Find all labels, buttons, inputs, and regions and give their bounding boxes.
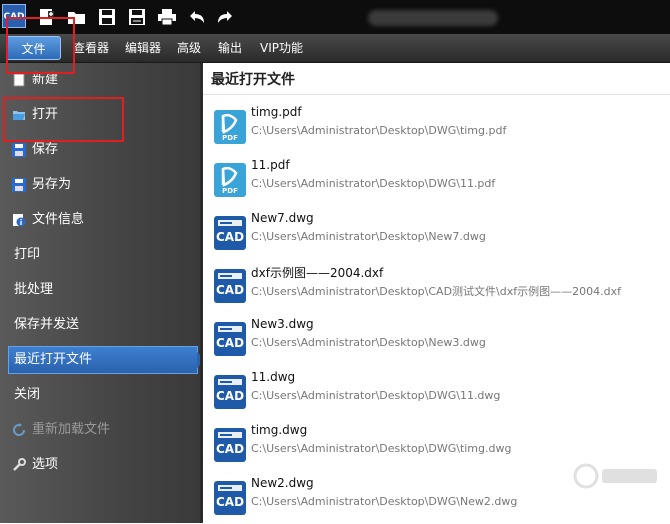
file-menu-sidebar: 新建 打开 保存 另存为 文件信息 打印 批处理 保存并发送 最近打开文件 关闭… <box>0 63 205 523</box>
sidebar-item-label: 关闭 <box>14 387 41 402</box>
sidebar-item-label: 新建 <box>32 72 59 87</box>
title-bar: CAD <box>0 0 670 34</box>
recent-file-path: C:\Users\Administrator\Desktop\DWG\11.pd… <box>251 177 496 190</box>
info-icon <box>12 213 26 227</box>
cad-icon-label: CAD <box>215 442 245 456</box>
sidebar-item-label: 打开 <box>32 107 59 122</box>
cad-icon-label: CAD <box>215 495 245 509</box>
recent-file-item[interactable]: CAD timg.dwg C:\Users\Administrator\Deskto… <box>203 419 670 471</box>
sidebar-item-label: 选项 <box>32 457 59 472</box>
menu-editor[interactable]: 编辑器 <box>125 34 161 62</box>
cad-file-icon: CAD <box>214 322 246 356</box>
cad-file-icon: CAD <box>214 428 246 462</box>
sidebar-item-batch[interactable]: 批处理 <box>0 275 200 305</box>
sidebar-item-close[interactable]: 关闭 <box>0 380 200 410</box>
sidebar-item-reload: 重新加载文件 <box>0 415 200 445</box>
recent-file-name: 11.dwg <box>251 370 296 384</box>
folder-open-icon <box>12 108 26 122</box>
window-title-blurred <box>368 10 498 26</box>
sidebar-item-label: 重新加载文件 <box>32 422 111 437</box>
sidebar-item-options[interactable]: 选项 <box>0 450 200 480</box>
undo-icon[interactable] <box>186 7 208 27</box>
cad-file-icon: CAD <box>214 216 246 250</box>
sidebar-item-label: 另存为 <box>32 177 72 192</box>
menu-bar: 文件 查看器 编辑器 高级 输出 VIP功能 <box>0 34 670 63</box>
sidebar-item-open[interactable]: 打开 <box>0 100 200 130</box>
folder-icon[interactable] <box>66 7 88 27</box>
pdf-file-icon: PDF <box>214 110 246 144</box>
recent-file-name: timg.pdf <box>251 105 302 119</box>
menu-output[interactable]: 输出 <box>218 34 242 62</box>
sidebar-item-recent-files[interactable]: 最近打开文件 <box>8 346 205 374</box>
save-icon <box>12 143 26 157</box>
recent-file-name: New2.dwg <box>251 476 314 490</box>
cad-icon-label: CAD <box>215 283 245 297</box>
recent-file-item[interactable]: CAD New7.dwg C:\Users\Administrator\Deskto… <box>203 207 670 259</box>
sidebar-item-save-and-send[interactable]: 保存并发送 <box>0 310 200 340</box>
sidebar-item-label: 文件信息 <box>32 212 85 227</box>
sidebar-item-new[interactable]: 新建 <box>0 65 200 95</box>
menu-viewer[interactable]: 查看器 <box>73 34 109 62</box>
cad-icon-label: CAD <box>215 230 245 244</box>
recent-file-name: dxf示例图——2004.dxf <box>251 266 384 280</box>
sidebar-item-save[interactable]: 保存 <box>0 135 200 165</box>
cad-icon-label: CAD <box>215 389 245 403</box>
recent-file-path: C:\Users\Administrator\Desktop\DWG\New2.… <box>251 495 518 508</box>
recent-file-path: C:\Users\Administrator\Desktop\New7.dwg <box>251 230 486 243</box>
recent-file-name: New7.dwg <box>251 211 314 225</box>
recent-file-item[interactable]: PDF timg.pdf C:\Users\Administrator\Deskto… <box>203 101 670 153</box>
pdf-icon-label: PDF <box>222 187 238 195</box>
cad-file-icon: CAD <box>214 375 246 409</box>
recent-file-item[interactable]: CAD New2.dwg C:\Users\Administrator\Deskto… <box>203 472 670 524</box>
wrench-icon <box>12 458 26 472</box>
divider <box>203 94 670 95</box>
pdf-icon-label: PDF <box>222 134 238 142</box>
recent-file-path: C:\Users\Administrator\Desktop\DWG\timg.… <box>251 124 507 137</box>
save-as-icon[interactable] <box>126 7 148 27</box>
recent-file-path: C:\Users\Administrator\Desktop\CAD测试文件\d… <box>251 285 621 298</box>
print-icon[interactable] <box>156 7 178 27</box>
recent-files-panel: 最近打开文件 PDF timg.pdf C:\Users\Administrator… <box>203 63 670 523</box>
pdf-file-icon: PDF <box>214 163 246 197</box>
menu-vip[interactable]: VIP功能 <box>260 34 303 62</box>
menu-file[interactable]: 文件 <box>6 36 61 60</box>
recent-file-path: C:\Users\Administrator\Desktop\DWG\11.dw… <box>251 389 501 402</box>
sidebar-item-print[interactable]: 打印 <box>0 240 200 270</box>
save-icon[interactable] <box>96 7 118 27</box>
recent-file-item[interactable]: CAD 11.dwg C:\Users\Administrator\Desktop\… <box>203 366 670 418</box>
new-icon[interactable] <box>36 7 58 27</box>
recent-file-name: New3.dwg <box>251 317 314 331</box>
sidebar-item-label: 保存并发送 <box>14 317 80 332</box>
sidebar-item-save-as[interactable]: 另存为 <box>0 170 200 200</box>
redo-icon[interactable] <box>214 7 236 27</box>
recent-file-name: 11.pdf <box>251 158 290 172</box>
sidebar-item-label: 批处理 <box>14 282 54 297</box>
recent-file-item[interactable]: PDF 11.pdf C:\Users\Administrator\Desktop\… <box>203 154 670 206</box>
page-title: 最近打开文件 <box>211 72 295 88</box>
app-logo-icon[interactable]: CAD <box>2 4 26 28</box>
reload-icon <box>12 423 26 437</box>
save-as-icon <box>12 178 26 192</box>
menu-advanced[interactable]: 高级 <box>177 34 201 62</box>
recent-file-path: C:\Users\Administrator\Desktop\DWG\timg.… <box>251 442 512 455</box>
recent-file-path: C:\Users\Administrator\Desktop\New3.dwg <box>251 336 486 349</box>
sidebar-item-file-info[interactable]: 文件信息 <box>0 205 200 235</box>
sidebar-item-label: 打印 <box>14 247 41 262</box>
sidebar-item-label: 保存 <box>32 142 59 157</box>
recent-file-item[interactable]: CAD New3.dwg C:\Users\Administrator\Deskto… <box>203 313 670 365</box>
cad-icon-label: CAD <box>215 336 245 350</box>
new-file-icon <box>12 73 26 87</box>
cad-file-icon: CAD <box>214 481 246 515</box>
recent-file-name: timg.dwg <box>251 423 308 437</box>
recent-file-item[interactable]: CAD dxf示例图——2004.dxf C:\Users\Administrato… <box>203 260 670 312</box>
sidebar-item-label: 最近打开文件 <box>14 352 93 367</box>
cad-file-icon: CAD <box>214 269 246 303</box>
